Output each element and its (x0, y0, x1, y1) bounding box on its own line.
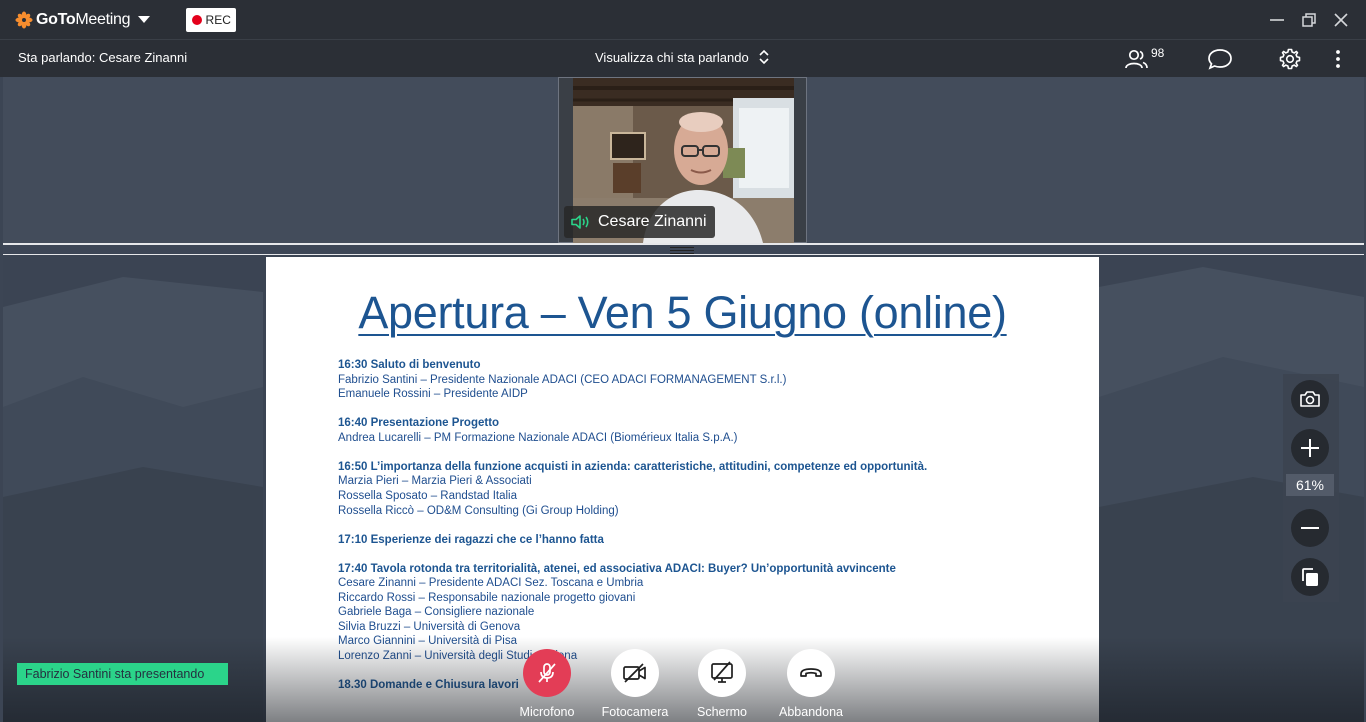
copy-icon (1302, 568, 1318, 586)
microphone-muted-icon (538, 663, 556, 683)
attendee-count: 98 (1151, 46, 1165, 60)
screen-circle (698, 649, 746, 697)
camera-circle (611, 649, 659, 697)
app-logo[interactable]: GoToMeeting (15, 0, 151, 39)
agenda-speaker-line: Emanuele Rossini – Presidente AIDP (338, 388, 528, 401)
zoom-out-button[interactable] (1291, 509, 1329, 547)
agenda-speaker-line: Andrea Lucarelli – PM Formazione Naziona… (338, 431, 738, 444)
active-speaker-label: Sta parlando: Cesare Zinanni (18, 50, 188, 65)
app-name-bold: GoTo (36, 10, 76, 28)
microphone-button[interactable]: Microfono (507, 649, 587, 719)
participant-name: Cesare Zinanni (598, 213, 707, 230)
restore-icon (1302, 12, 1316, 27)
minimize-icon (1270, 18, 1284, 21)
agenda-speaker-line: Silvia Bruzzi – Università di Genova (338, 620, 521, 633)
meeting-toolbar: Sta parlando: Cesare Zinanni Visualizza … (0, 39, 1366, 77)
recording-badge: REC (186, 7, 237, 32)
copy-button[interactable] (1291, 558, 1329, 596)
camera-off-icon (623, 663, 646, 683)
settings-button[interactable] (1277, 47, 1303, 71)
attendees-button[interactable] (1124, 47, 1150, 71)
kebab-menu-icon (1336, 50, 1340, 68)
minus-icon (1301, 527, 1319, 529)
agenda-heading: 16:40 Presentazione Progetto (338, 417, 500, 430)
presenter-label: Fabrizio Santini sta presentando (17, 663, 228, 685)
zoom-percentage: 61% (1286, 474, 1334, 496)
screen-label: Schermo (696, 705, 748, 719)
snapshot-button[interactable] (1291, 380, 1329, 418)
zoom-panel: 61% (1283, 374, 1339, 602)
screen-share-button[interactable]: Schermo (682, 649, 762, 719)
chevron-up-down-icon (759, 49, 769, 65)
people-icon (1125, 49, 1148, 69)
agenda-speaker-line: Marzia Pieri – Marzia Pieri & Associati (338, 475, 532, 488)
panel-splitter[interactable] (3, 243, 1364, 255)
participant-video-tile[interactable]: Cesare Zinanni (558, 77, 807, 243)
leave-meeting-button[interactable]: Abbandona (771, 649, 851, 719)
rec-label: REC (205, 12, 231, 27)
gear-icon (1279, 48, 1301, 70)
meeting-main-area: Cesare Zinanni Apertura – Ven 5 Giugno (… (3, 77, 1364, 722)
more-options-button[interactable] (1325, 47, 1351, 71)
agenda-heading: 17:10 Esperienze dei ragazzi che ce l’ha… (338, 533, 604, 546)
participant-name-tag: Cesare Zinanni (564, 206, 715, 238)
view-mode-label: Visualizza chi sta parlando (595, 49, 749, 65)
splitter-grip-icon[interactable] (670, 245, 694, 254)
plus-icon (1301, 439, 1319, 457)
window-controls (1268, 0, 1350, 39)
agenda-speaker-line: Cesare Zinanni – Presidente ADACI Sez. T… (338, 577, 644, 590)
agenda-speaker-line: Rossella Sposato – Randstad Italia (338, 489, 517, 502)
agenda-block: 16:40 Presentazione Progetto Andrea Lucar… (338, 416, 1078, 445)
speaker-volume-icon (571, 215, 589, 229)
title-bar: GoToMeeting REC (0, 0, 1366, 39)
agenda-heading: 16:50 L’importanza della funzione acquis… (338, 460, 928, 473)
leave-circle (787, 649, 835, 697)
hang-up-icon (800, 668, 822, 677)
agenda-block: 17:10 Esperienze dei ragazzi che ce l’ha… (338, 533, 1078, 548)
close-window-button[interactable] (1332, 11, 1350, 29)
zoom-in-button[interactable] (1291, 429, 1329, 467)
camera-snapshot-icon (1300, 391, 1320, 407)
camera-label: Fotocamera (601, 705, 669, 719)
leave-label: Abbandona (779, 705, 843, 719)
microphone-label: Microfono (519, 705, 575, 719)
minimize-button[interactable] (1268, 11, 1286, 29)
app-name: GoToMeeting (36, 10, 131, 29)
agenda-heading: 16:30 Saluto di benvenuto (338, 359, 481, 371)
record-dot-icon (191, 14, 202, 25)
microphone-circle (523, 649, 571, 697)
restore-button[interactable] (1300, 11, 1318, 29)
agenda-speaker-line: Riccardo Rossi – Responsabile nazionale … (338, 591, 636, 604)
app-name-light: Meeting (75, 10, 131, 28)
view-mode-selector[interactable]: Visualizza chi sta parlando (595, 49, 769, 65)
agenda-speaker-line: Fabrizio Santini – Presidente Nazionale … (338, 373, 787, 386)
agenda-block: 16:30 Saluto di benvenuto Fabrizio Santin… (338, 358, 1078, 402)
camera-button[interactable]: Fotocamera (595, 649, 675, 719)
chat-bubble-icon (1208, 49, 1232, 70)
gotomeeting-flower-icon (15, 10, 33, 29)
agenda-speaker-line: Rossella Riccò – OD&M Consulting (Gi Gro… (338, 504, 619, 517)
slide-title: Apertura – Ven 5 Giugno (online) (358, 287, 1007, 338)
close-icon (1334, 12, 1348, 27)
chat-button[interactable] (1207, 47, 1233, 71)
agenda-speaker-line: Gabriele Baga – Consigliere nazionale (338, 606, 535, 619)
agenda-heading: 17:40 Tavola rotonda tra territorialità,… (338, 562, 896, 575)
chevron-down-icon[interactable] (138, 16, 151, 23)
screen-share-off-icon (711, 661, 733, 683)
agenda-block: 16:50 L’importanza della funzione acquis… (338, 460, 1078, 518)
